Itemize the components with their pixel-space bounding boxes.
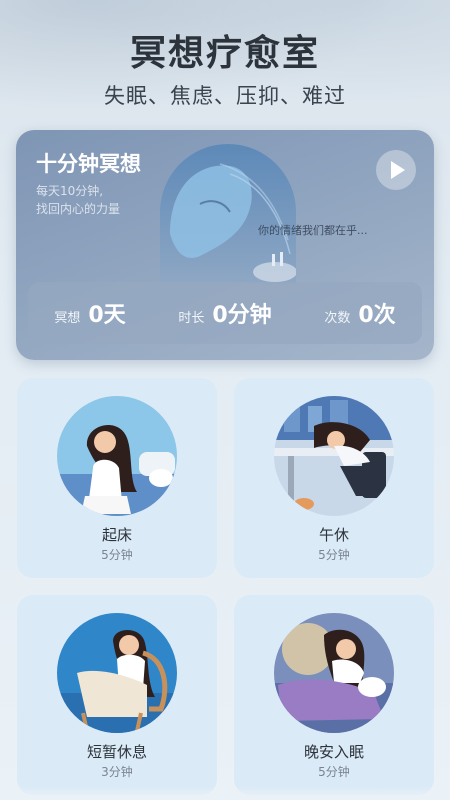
short-break-illustration: [57, 613, 177, 733]
session-card-wake-up[interactable]: 起床 5分钟: [17, 378, 217, 578]
meditation-stats: 冥想 0天 时长 0分钟 次数 0次: [28, 282, 422, 344]
meditation-illustration: [160, 144, 296, 284]
hero-caption: 你的情绪我们都在乎...: [258, 224, 368, 237]
nap-illustration: [274, 396, 394, 516]
page-title: 冥想疗愈室: [129, 33, 320, 74]
page-subtitle: 失眠、焦虑、压抑、难过: [104, 84, 346, 108]
good-night-illustration: [274, 613, 394, 733]
hero-desc-line-1: 每天10分钟,: [36, 184, 104, 198]
session-card-short-break[interactable]: 短暂休息 3分钟: [17, 595, 217, 795]
session-name: 午休: [318, 526, 349, 544]
ten-minute-meditation-card[interactable]: 十分钟冥想 每天10分钟, 找回内心的力量 你的情绪我们都在乎... 冥想 0天…: [16, 130, 434, 360]
session-duration: 5分钟: [318, 548, 350, 562]
play-button[interactable]: [376, 150, 416, 190]
session-duration: 3分钟: [101, 765, 133, 779]
stat-duration-label: 时长: [178, 311, 205, 326]
hero-title: 十分钟冥想: [36, 152, 141, 176]
session-card-good-night[interactable]: 晚安入眠 5分钟: [234, 595, 434, 795]
session-name: 起床: [101, 526, 132, 544]
stat-days-value: 0天: [88, 303, 126, 328]
hero-description: 每天10分钟, 找回内心的力量: [36, 182, 120, 218]
hero-desc-line-2: 找回内心的力量: [36, 202, 121, 216]
stat-days-label: 冥想: [54, 311, 81, 326]
session-card-nap[interactable]: 午休 5分钟: [234, 378, 434, 578]
stat-count: 次数 0次: [324, 297, 395, 329]
stat-days: 冥想 0天: [54, 297, 125, 329]
session-duration: 5分钟: [101, 548, 133, 562]
play-icon: [391, 161, 405, 179]
stat-duration-value: 0分钟: [212, 303, 272, 328]
stat-duration: 时长 0分钟: [178, 297, 271, 329]
wake-up-illustration: [57, 396, 177, 516]
stat-count-value: 0次: [358, 303, 396, 328]
session-duration: 5分钟: [318, 765, 350, 779]
session-name: 短暂休息: [86, 743, 147, 761]
scroll-fade: [0, 786, 450, 800]
stat-count-label: 次数: [324, 311, 351, 326]
session-name: 晚安入眠: [303, 743, 364, 761]
